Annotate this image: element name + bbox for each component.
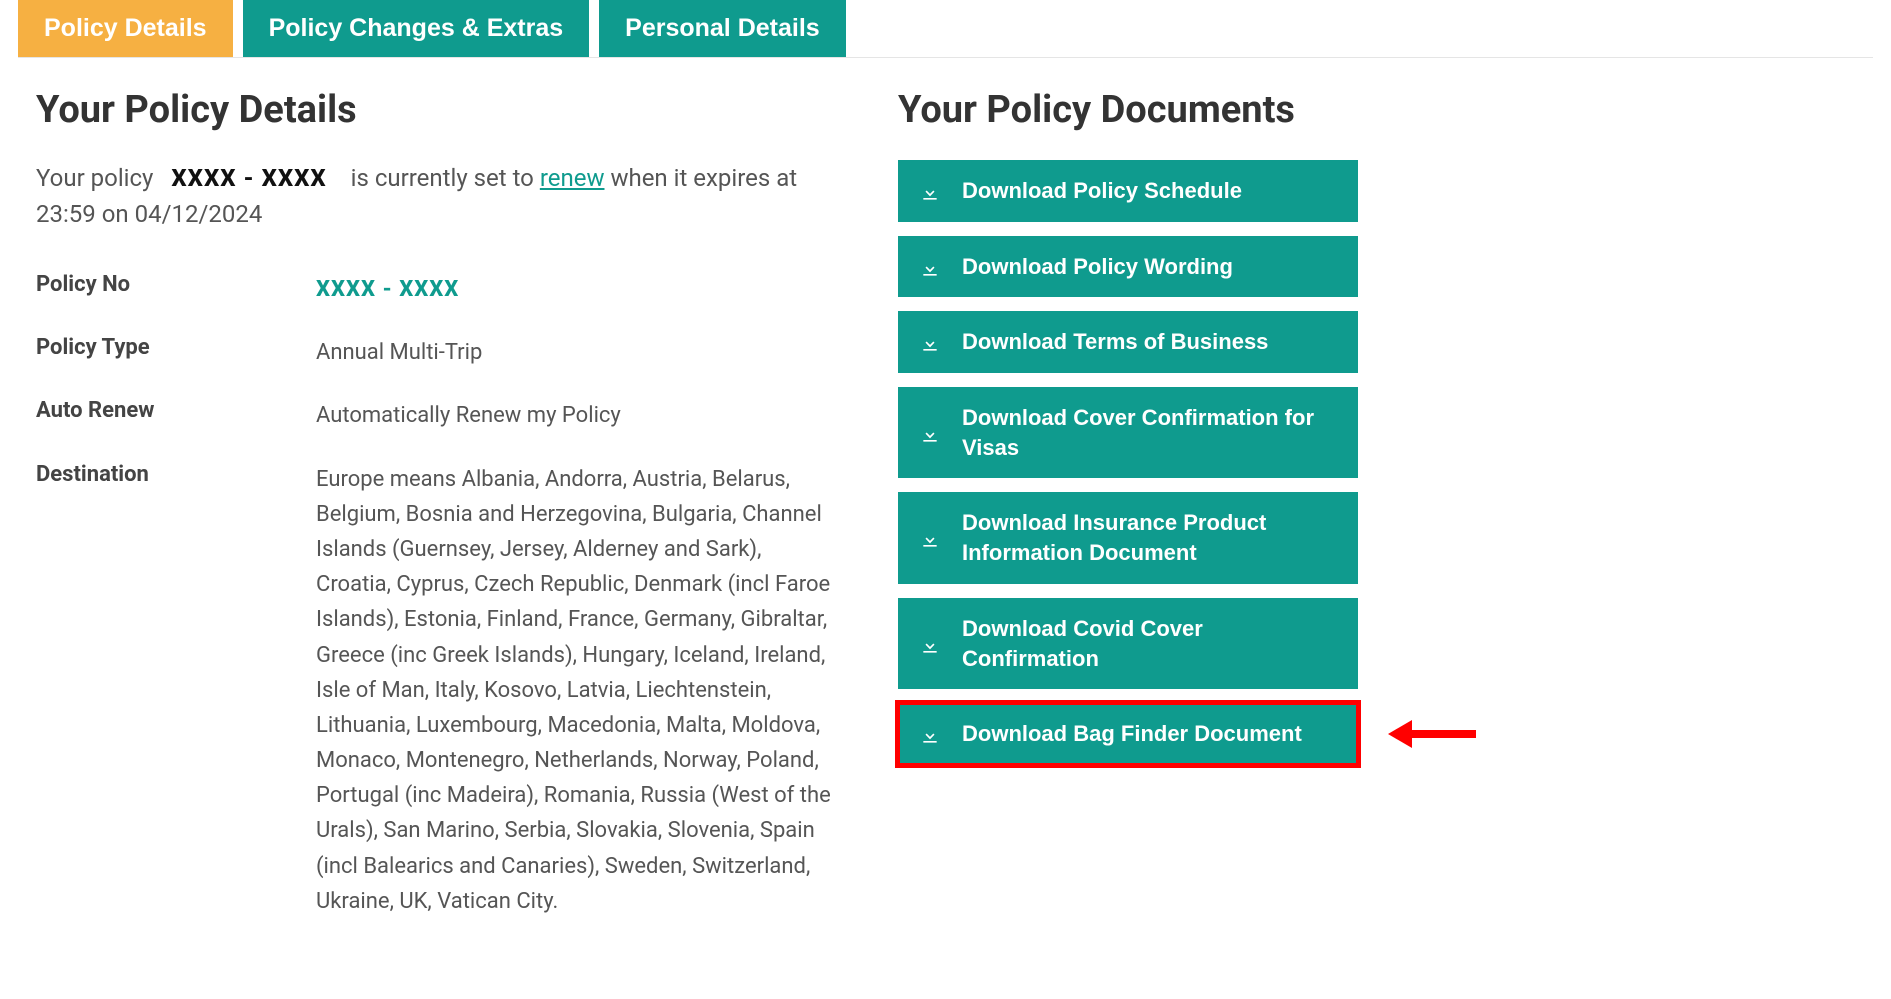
- renew-link[interactable]: renew: [540, 164, 605, 192]
- arrow-left-icon: [1388, 714, 1478, 754]
- download-icon: [920, 332, 940, 352]
- policy-documents-heading: Your Policy Documents: [898, 88, 1358, 132]
- policy-details-panel: Your Policy Details Your policy XXXX - X…: [18, 88, 838, 947]
- download-ipid-button[interactable]: Download Insurance Product Information D…: [898, 492, 1358, 583]
- value-policy-type: Annual Multi-Trip: [316, 335, 838, 370]
- doc-label: Download Bag Finder Document: [962, 719, 1302, 749]
- doc-item: Download Policy Wording: [898, 236, 1358, 298]
- doc-item: Download Covid Cover Confirmation: [898, 598, 1358, 689]
- status-prefix: Your policy: [36, 164, 159, 192]
- doc-item: Download Cover Confirmation for Visas: [898, 387, 1358, 478]
- download-icon: [920, 634, 940, 654]
- doc-label: Download Policy Schedule: [962, 176, 1242, 206]
- download-icon: [920, 181, 940, 201]
- doc-label: Download Covid Cover Confirmation: [962, 614, 1336, 673]
- label-policy-type: Policy Type: [36, 335, 316, 370]
- row-destination: Destination Europe means Albania, Andorr…: [36, 462, 838, 919]
- value-auto-renew: Automatically Renew my Policy: [316, 398, 838, 433]
- download-icon: [920, 724, 940, 744]
- policy-details-heading: Your Policy Details: [36, 88, 838, 132]
- download-cover-confirmation-visas-button[interactable]: Download Cover Confirmation for Visas: [898, 387, 1358, 478]
- row-auto-renew: Auto Renew Automatically Renew my Policy: [36, 398, 838, 433]
- policy-documents-panel: Your Policy Documents Download Policy Sc…: [898, 88, 1358, 947]
- doc-item-highlighted: Download Bag Finder Document: [898, 703, 1358, 765]
- label-auto-renew: Auto Renew: [36, 398, 316, 433]
- download-icon: [920, 528, 940, 548]
- doc-label: Download Policy Wording: [962, 252, 1233, 282]
- download-policy-wording-button[interactable]: Download Policy Wording: [898, 236, 1358, 298]
- tabs: Policy Details Policy Changes & Extras P…: [18, 0, 1873, 58]
- tab-policy-changes-extras[interactable]: Policy Changes & Extras: [243, 0, 590, 57]
- doc-item: Download Insurance Product Information D…: [898, 492, 1358, 583]
- download-icon: [920, 257, 940, 277]
- row-policy-no: Policy No XXXX - XXXX: [36, 272, 838, 307]
- download-icon: [920, 423, 940, 443]
- row-policy-type: Policy Type Annual Multi-Trip: [36, 335, 838, 370]
- label-destination: Destination: [36, 462, 316, 919]
- download-terms-of-business-button[interactable]: Download Terms of Business: [898, 311, 1358, 373]
- doc-item: Download Terms of Business: [898, 311, 1358, 373]
- tab-personal-details[interactable]: Personal Details: [599, 0, 846, 57]
- label-policy-no: Policy No: [36, 272, 316, 307]
- tab-policy-details[interactable]: Policy Details: [18, 0, 233, 57]
- value-destination: Europe means Albania, Andorra, Austria, …: [316, 462, 838, 919]
- doc-label: Download Insurance Product Information D…: [962, 508, 1336, 567]
- status-policy-ref: XXXX - XXXX: [171, 164, 326, 192]
- doc-item: Download Policy Schedule: [898, 160, 1358, 222]
- value-policy-no: XXXX - XXXX: [316, 272, 838, 307]
- download-bag-finder-document-button[interactable]: Download Bag Finder Document: [898, 703, 1358, 765]
- download-policy-schedule-button[interactable]: Download Policy Schedule: [898, 160, 1358, 222]
- policy-status-text: Your policy XXXX - XXXX is currently set…: [36, 160, 838, 232]
- download-covid-cover-confirmation-button[interactable]: Download Covid Cover Confirmation: [898, 598, 1358, 689]
- doc-label: Download Terms of Business: [962, 327, 1268, 357]
- status-middle: is currently set to: [351, 164, 540, 192]
- doc-label: Download Cover Confirmation for Visas: [962, 403, 1336, 462]
